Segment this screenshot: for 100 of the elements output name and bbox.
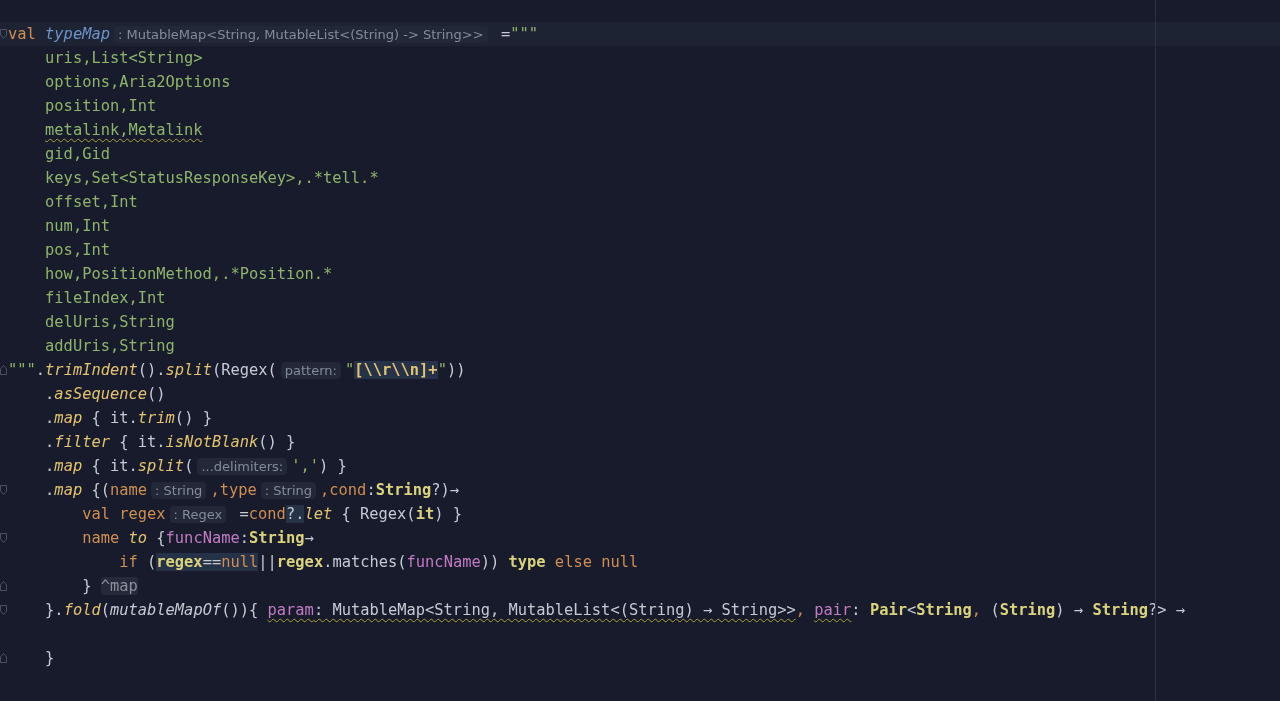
code-token: options,Aria2Options xyxy=(45,73,231,91)
fold-icon[interactable] xyxy=(0,605,7,615)
code-token: offset,Int xyxy=(45,193,138,211)
code-token: → xyxy=(304,529,314,547)
fold-icon[interactable] xyxy=(0,653,7,663)
code-token: else null xyxy=(553,553,639,571)
code-token: . xyxy=(45,385,55,403)
code-token: ,cond xyxy=(320,481,367,499)
code-token: () xyxy=(147,385,166,403)
code-token: : xyxy=(239,529,249,547)
code-token: Pair xyxy=(869,601,907,619)
inlay-hint: : String xyxy=(151,481,207,499)
code-token: position,Int xyxy=(45,97,157,115)
code-token: " xyxy=(437,361,447,379)
inlay-hint: pattern: xyxy=(280,361,341,379)
code-token: asSequence xyxy=(54,385,148,403)
fold-icon[interactable] xyxy=(0,581,7,591)
code-token: : MutableMap<String, MutableList<(String) → String>> xyxy=(313,601,796,619)
code-token: {( xyxy=(90,481,110,499)
code-token: typeMap xyxy=(45,25,110,43)
code-token: . xyxy=(35,361,46,379)
code-token: null xyxy=(221,553,259,571)
code-token: || xyxy=(258,553,277,571)
code-token: ,type xyxy=(210,481,257,499)
code-token: uris,List<String> xyxy=(45,49,203,67)
code-token: regex xyxy=(276,553,324,571)
code-token: split xyxy=(165,361,212,379)
code-token: trim xyxy=(137,409,175,427)
code-token: String xyxy=(999,601,1056,619)
code-token: pos,Int xyxy=(45,241,110,259)
code-token: [\\r\\n]+ xyxy=(354,361,438,379)
code-token: ) } xyxy=(434,505,462,523)
code-token: . xyxy=(45,481,55,499)
inlay-hint: : String xyxy=(260,481,317,499)
code-token: if xyxy=(119,553,139,571)
code-token: (). xyxy=(137,361,166,379)
code-token: val xyxy=(8,25,37,43)
code-token: val xyxy=(82,505,111,523)
code-token: = xyxy=(499,25,511,43)
code-token: cond xyxy=(248,505,286,523)
code-token: param xyxy=(267,601,314,619)
code-token: ( xyxy=(184,457,194,475)
code-token: (Regex( xyxy=(211,361,277,379)
code-token: String xyxy=(1092,601,1148,619)
code-token: num,Int xyxy=(45,217,110,235)
code-token: mutableMapOf xyxy=(110,601,222,619)
code-token: map xyxy=(54,457,83,475)
code-token: { it. xyxy=(90,409,138,427)
code-token: ?> → xyxy=(1148,601,1186,619)
code-token: = xyxy=(238,505,249,523)
fold-icon[interactable] xyxy=(0,485,7,495)
code-token: : xyxy=(366,481,376,499)
code-token: ?)→ xyxy=(431,481,460,499)
code-token: String xyxy=(375,481,432,499)
code-token: let xyxy=(304,505,333,523)
fold-icon[interactable] xyxy=(0,365,7,375)
code-token: { it. xyxy=(90,457,138,475)
code-token: """ xyxy=(8,361,36,379)
inlay-hint: : MutableMap<String, MutableList<(String) -> String>> xyxy=(113,25,488,43)
code-token: } xyxy=(45,649,55,667)
code-token: . xyxy=(45,409,55,427)
code-token: fold xyxy=(63,601,101,619)
code-token: ( xyxy=(147,553,157,571)
fold-icon[interactable] xyxy=(0,29,7,39)
code-token: " xyxy=(344,361,355,379)
code-token: String xyxy=(916,601,972,619)
code-token: fileIndex,Int xyxy=(45,289,166,307)
code-label: ^map xyxy=(100,577,138,595)
code-token: }. xyxy=(45,601,64,619)
code-token: ( xyxy=(990,601,1000,619)
code-token: map xyxy=(54,409,83,427)
code-token: split xyxy=(137,457,185,475)
code-token: ',' xyxy=(291,457,319,475)
code-token: )) xyxy=(480,553,501,571)
code-editor[interactable] xyxy=(0,0,1280,701)
code-token: it xyxy=(415,505,435,523)
code-token: () } xyxy=(174,409,212,427)
code-token: to xyxy=(128,529,148,547)
code-token: regex xyxy=(156,553,203,571)
code-token: gid,Gid xyxy=(45,145,110,163)
code-token: )) xyxy=(446,361,466,379)
code-token: .matches( xyxy=(323,553,407,571)
code-token: { Regex( xyxy=(340,505,416,523)
code-token: () } xyxy=(258,433,296,451)
code-token: funcName xyxy=(165,529,240,547)
code-token: type xyxy=(508,553,546,571)
code-token: isNotBlank xyxy=(165,433,259,451)
code-token: map xyxy=(54,481,83,499)
code-token: { xyxy=(155,529,166,547)
code-token: ) → xyxy=(1055,601,1085,619)
code-token: """ xyxy=(510,25,538,43)
code-token: String xyxy=(249,529,305,547)
code-token: metalink,Metalink xyxy=(45,121,203,139)
code-token: addUris,String xyxy=(45,337,175,355)
code-token: . xyxy=(45,433,55,451)
fold-icon[interactable] xyxy=(0,533,7,543)
code-token: name xyxy=(82,529,121,547)
code-token: } xyxy=(82,577,93,595)
code-token: ) } xyxy=(318,457,347,475)
code-token: delUris,String xyxy=(45,313,175,331)
